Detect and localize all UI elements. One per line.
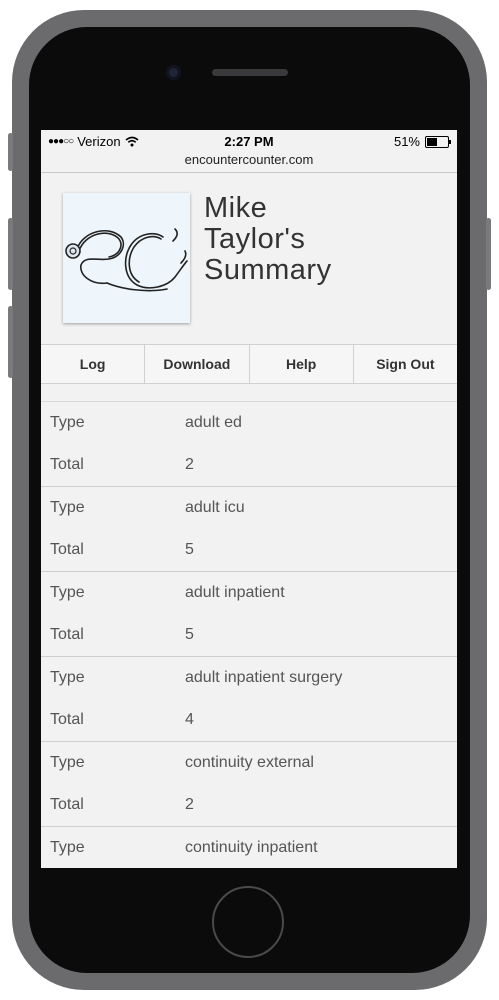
sign-out-button[interactable]: Sign Out [354, 345, 457, 383]
total-value: 5 [185, 626, 194, 643]
total-label: Total [50, 796, 84, 813]
screen: ●●●○○ Verizon 2:27 PM 51% encountercount… [41, 130, 457, 868]
volume-up-button [8, 218, 13, 290]
home-button[interactable] [212, 886, 284, 958]
battery-info: 51% [393, 134, 451, 149]
battery-icon [425, 135, 451, 148]
total-label: Total [50, 711, 84, 728]
summary-group: Type adult inpatient surgery Total 4 [41, 657, 457, 742]
nav-bar: Log Download Help Sign Out [41, 344, 457, 384]
type-row: Type adult icu [41, 487, 457, 529]
total-value: 5 [185, 541, 194, 558]
type-value: continuity inpatient [185, 839, 318, 856]
type-label: Type [50, 584, 85, 601]
summary-group: Type adult icu Total 5 [41, 487, 457, 572]
battery-percent: 51% [393, 134, 420, 149]
type-label: Type [50, 669, 85, 686]
title-line: Mike [204, 192, 268, 224]
summary-group: Type adult ed Total 2 [41, 402, 457, 487]
summary-group: Type continuity external Total 2 [41, 742, 457, 827]
stethoscope-icon [65, 228, 188, 292]
page-header: Mike Taylor's Summary [41, 173, 457, 343]
total-value: 2 [185, 456, 194, 473]
total-value: 4 [185, 711, 194, 728]
summary-table: Type adult ed Total 2 Type adult icu Tot… [41, 401, 457, 868]
type-label: Type [50, 839, 85, 856]
type-row: Type continuity inpatient [41, 827, 457, 868]
type-value: adult icu [185, 499, 245, 516]
type-row: Type adult inpatient [41, 572, 457, 614]
total-label: Total [50, 456, 84, 473]
type-row: Type adult ed [41, 402, 457, 444]
type-label: Type [50, 754, 85, 771]
title-line: Taylor's [204, 223, 306, 255]
status-bar: ●●●○○ Verizon 2:27 PM 51% [41, 130, 457, 152]
page-title: Mike Taylor's Summary [204, 193, 444, 286]
total-row: Total 5 [41, 614, 457, 656]
type-label: Type [50, 414, 85, 431]
summary-group: Type continuity inpatient [41, 827, 457, 868]
front-camera [166, 65, 181, 80]
type-label: Type [50, 499, 85, 516]
download-button[interactable]: Download [145, 345, 250, 383]
total-label: Total [50, 541, 84, 558]
power-button [486, 218, 491, 290]
type-value: adult ed [185, 414, 242, 431]
type-row: Type adult inpatient surgery [41, 657, 457, 699]
battery-level-fill [427, 137, 438, 146]
total-value: 2 [185, 796, 194, 813]
earpiece-speaker [212, 69, 288, 76]
total-row: Total 2 [41, 784, 457, 826]
total-row: Total 4 [41, 699, 457, 741]
total-row: Total 5 [41, 529, 457, 571]
help-button[interactable]: Help [250, 345, 354, 383]
type-value: adult inpatient [185, 584, 285, 601]
address-bar[interactable]: encountercounter.com [41, 152, 457, 172]
title-line: Summary [204, 254, 332, 286]
type-row: Type continuity external [41, 742, 457, 784]
mute-switch [8, 133, 13, 171]
volume-down-button [8, 306, 13, 378]
stethoscope-logo [63, 193, 190, 323]
total-label: Total [50, 626, 84, 643]
type-value: continuity external [185, 754, 314, 771]
type-value: adult inpatient surgery [185, 669, 343, 686]
total-row: Total 2 [41, 444, 457, 486]
summary-group: Type adult inpatient Total 5 [41, 572, 457, 657]
log-button[interactable]: Log [41, 345, 146, 383]
